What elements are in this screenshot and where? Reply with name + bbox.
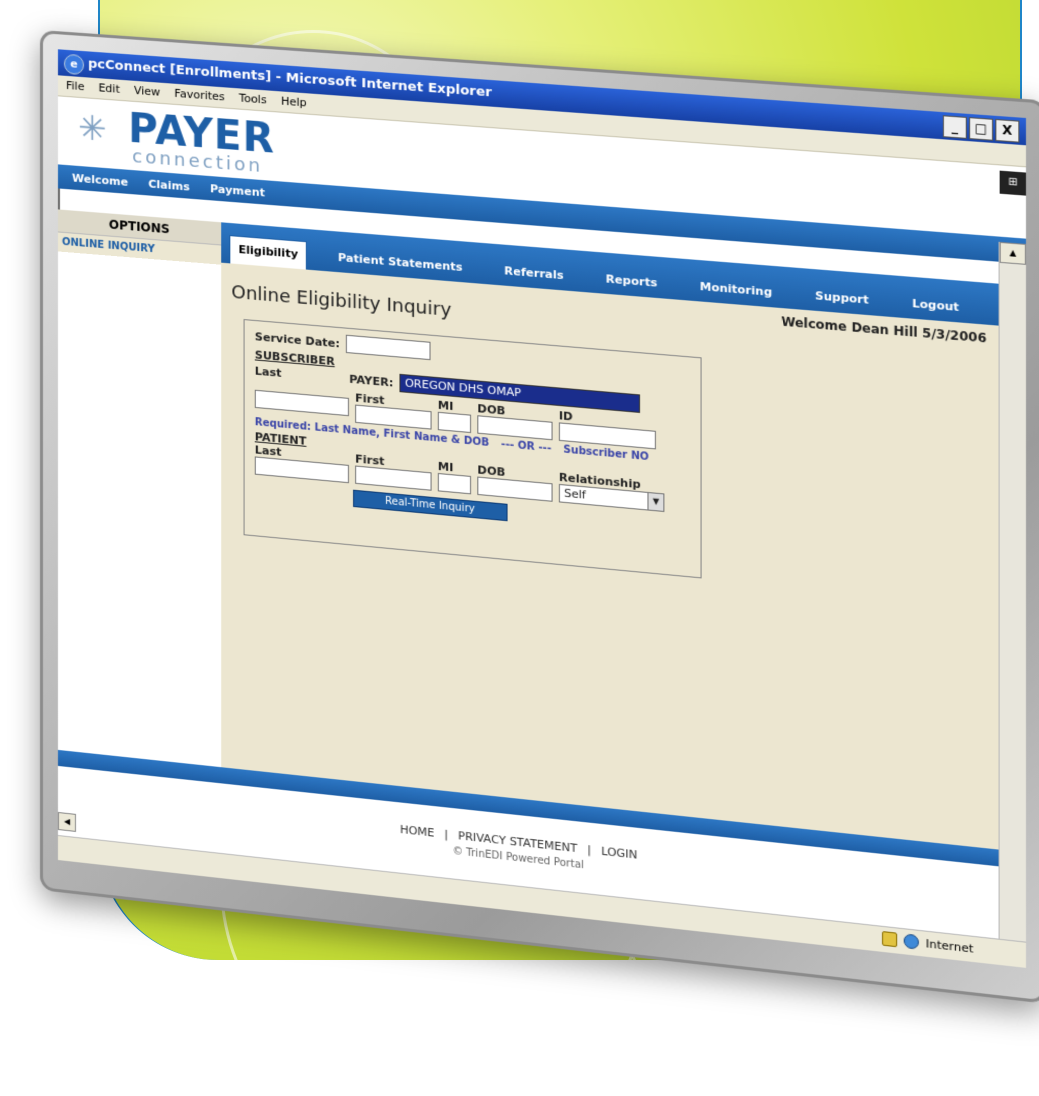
browser-screen: e pcConnect [Enrollments] - Microsoft In… (57, 49, 1026, 968)
globe-icon (904, 933, 920, 950)
options-sidebar: OPTIONS ONLINE INQUIRY (57, 209, 222, 784)
patient-mi-input[interactable] (437, 472, 472, 495)
menu-file[interactable]: File (66, 76, 84, 97)
logo-star-icon: ✳ (77, 107, 107, 151)
nav-payment[interactable]: Payment (200, 181, 275, 205)
minimize-button[interactable]: _ (942, 115, 967, 139)
tab-reports[interactable]: Reports (595, 271, 668, 298)
tab-referrals[interactable]: Referrals (494, 263, 574, 291)
nav-claims[interactable]: Claims (138, 177, 200, 200)
eligibility-form: Service Date: SUBSCRIBER Last PAYER: ORE… (243, 319, 702, 579)
page-title: Online Eligibility Inquiry (231, 281, 452, 322)
monitor: e pcConnect [Enrollments] - Microsoft In… (0, 0, 1039, 1004)
subscriber-mi-group: MI (437, 399, 472, 434)
subscriber-first-group: First (355, 391, 432, 430)
main-panel: Eligibility Patient Statements Referrals… (221, 222, 1000, 867)
chevron-down-icon: ▼ (647, 492, 664, 511)
nav-welcome[interactable]: Welcome (62, 171, 138, 195)
patient-mi-group: MI (437, 460, 472, 495)
menu-help[interactable]: Help (281, 91, 307, 113)
tab-logout[interactable]: Logout (901, 296, 970, 323)
patient-first-group: First (355, 452, 432, 491)
subscriber-dob-group: DOB (477, 402, 553, 441)
menu-view[interactable]: View (134, 81, 160, 103)
relationship-value: Self (564, 486, 586, 502)
patient-dob-group: DOB (477, 463, 553, 502)
close-button[interactable]: X (995, 118, 1020, 143)
lock-icon (882, 931, 898, 948)
security-zone: Internet (882, 931, 973, 956)
subscriber-last-input[interactable] (254, 389, 349, 416)
windows-logo-icon: ⊞ (999, 170, 1026, 196)
ie-logo-icon: e (63, 53, 84, 76)
menu-edit[interactable]: Edit (98, 78, 119, 100)
footer-link-login[interactable]: LOGIN (601, 844, 637, 861)
maximize-button[interactable]: □ (969, 117, 994, 141)
tab-monitoring[interactable]: Monitoring (689, 279, 783, 308)
tab-eligibility[interactable]: Eligibility (229, 235, 308, 270)
scroll-up-button[interactable]: ▲ (999, 241, 1026, 265)
subscriber-id-group: ID (558, 409, 656, 450)
service-date-label: Service Date: (254, 329, 340, 350)
payer-label: PAYER: (349, 372, 394, 390)
vertical-scrollbar[interactable]: ▲ (998, 241, 1026, 943)
scroll-left-button[interactable]: ◀ (57, 811, 76, 832)
footer-link-home[interactable]: HOME (400, 823, 435, 840)
tab-patient-statements[interactable]: Patient Statements (328, 250, 473, 283)
menu-favorites[interactable]: Favorites (174, 84, 224, 108)
subscriber-mi-input[interactable] (437, 411, 472, 434)
subscriber-last-label: Last (254, 363, 282, 380)
menu-tools[interactable]: Tools (239, 88, 267, 110)
monitor-bezel: e pcConnect [Enrollments] - Microsoft In… (40, 30, 1039, 1004)
window-controls: _ □ X (942, 115, 1020, 143)
tab-support[interactable]: Support (804, 288, 879, 316)
